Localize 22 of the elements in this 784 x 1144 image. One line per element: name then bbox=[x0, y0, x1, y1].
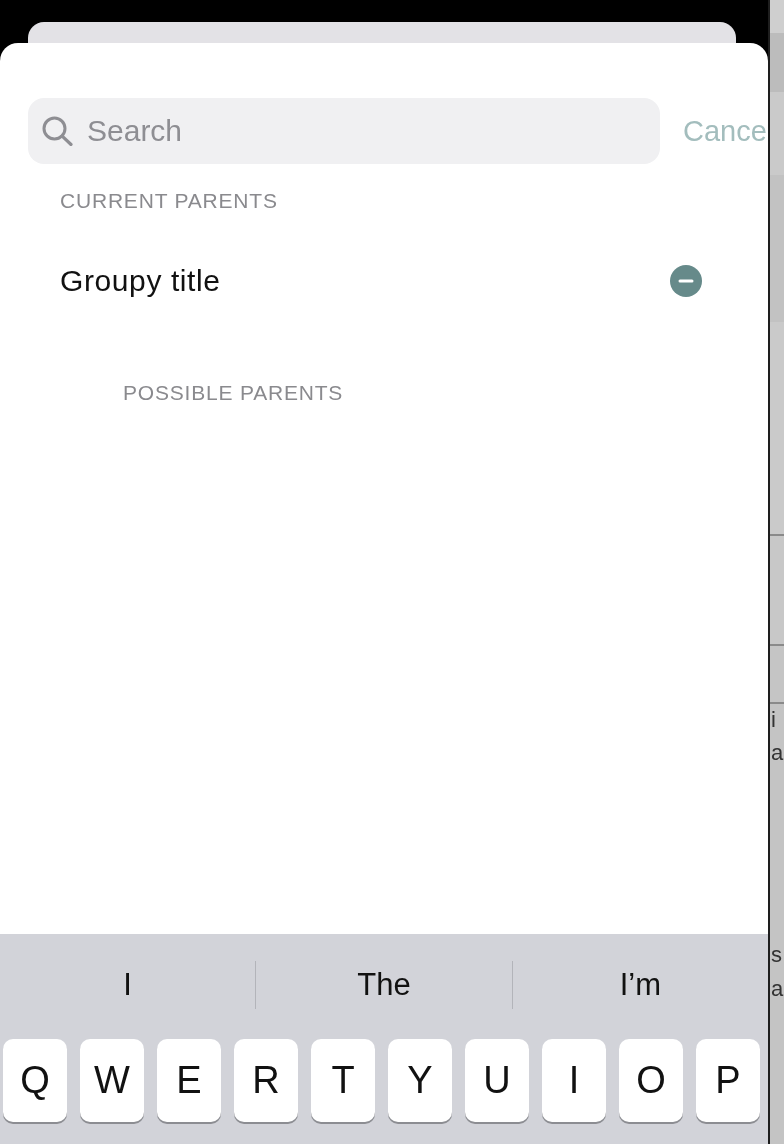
suggestion-button[interactable]: I’m bbox=[512, 965, 768, 1005]
background-text: a bbox=[770, 740, 784, 766]
suggestion-button[interactable]: I bbox=[0, 965, 256, 1005]
background-text: i bbox=[770, 707, 776, 733]
keyboard-key[interactable]: O bbox=[619, 1039, 683, 1122]
keyboard-key[interactable]: I bbox=[542, 1039, 606, 1122]
background-text: s bbox=[770, 942, 782, 968]
section-header: POSSIBLE PARENTS bbox=[123, 380, 344, 406]
keyboard-key[interactable]: E bbox=[157, 1039, 221, 1122]
keyboard-key[interactable]: R bbox=[234, 1039, 298, 1122]
keyboard-key[interactable]: U bbox=[465, 1039, 529, 1122]
keyboard-key[interactable]: W bbox=[80, 1039, 144, 1122]
section-header: CURRENT PARENTS bbox=[60, 188, 278, 214]
keyboard-key[interactable]: T bbox=[311, 1039, 375, 1122]
suggestion-button[interactable]: The bbox=[256, 965, 512, 1005]
keyboard-key[interactable]: Q bbox=[3, 1039, 67, 1122]
remove-icon[interactable] bbox=[670, 265, 702, 297]
keyboard-key[interactable]: Y bbox=[388, 1039, 452, 1122]
keyboard-key[interactable]: P bbox=[696, 1039, 760, 1122]
parent-title[interactable]: Groupy title bbox=[60, 264, 221, 298]
search-icon bbox=[42, 116, 73, 146]
background-text: a bbox=[770, 976, 784, 1002]
